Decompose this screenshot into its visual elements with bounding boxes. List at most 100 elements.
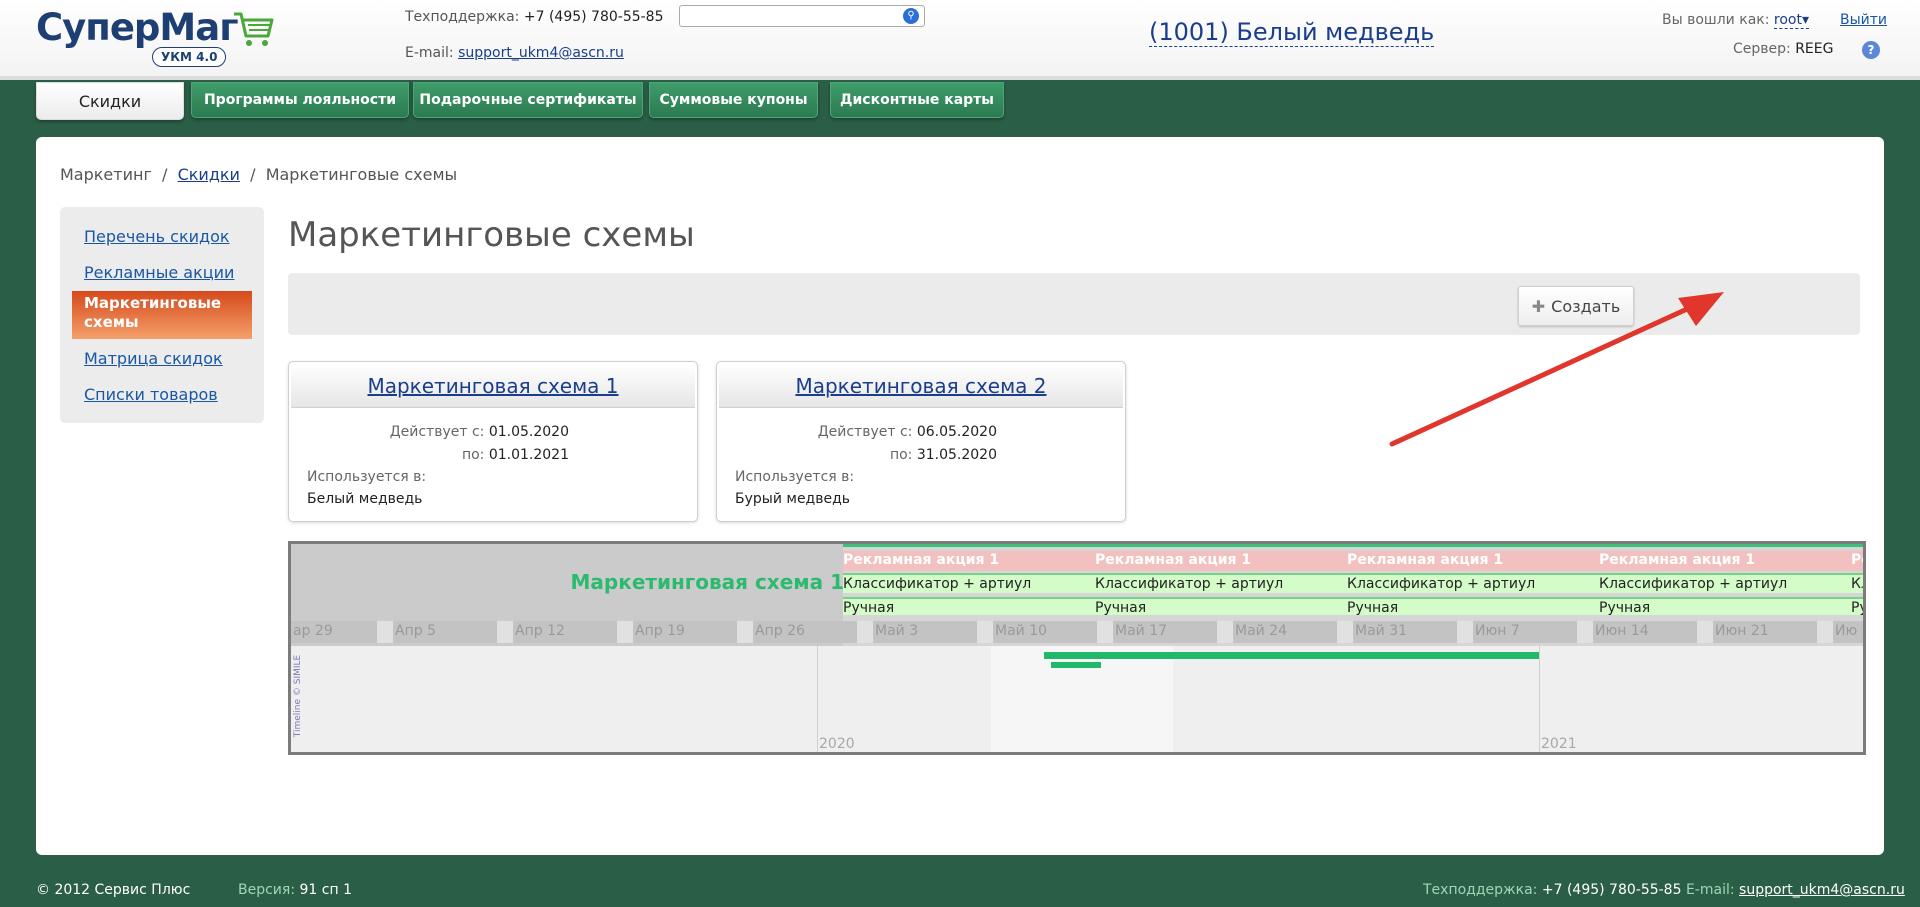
timeline-date-label: Апр 26 bbox=[755, 623, 805, 639]
help-icon[interactable]: ? bbox=[1862, 41, 1880, 59]
used-store-name: Белый медведь bbox=[307, 491, 423, 507]
support-email-link[interactable]: support_ukm4@ascn.ru bbox=[458, 45, 624, 61]
timeline-event-label[interactable]: Ру bbox=[1851, 600, 1863, 616]
timeline-date-label: ар 29 bbox=[293, 623, 333, 639]
timeline-scheme-bar[interactable] bbox=[1051, 662, 1101, 668]
timeline[interactable]: Маркетинговая схема 1 Рекламная акция 1 … bbox=[288, 541, 1866, 755]
timeline-year-label: 2021 bbox=[1541, 736, 1577, 752]
timeline-event-label[interactable]: Ручная bbox=[1095, 600, 1146, 616]
timeline-week-band bbox=[1457, 621, 1473, 643]
timeline-year-divider bbox=[1539, 646, 1540, 752]
timeline-date-label: Июн 21 bbox=[1715, 623, 1769, 639]
timeline-event-label[interactable]: Кл bbox=[1851, 576, 1863, 592]
timeline-week-band bbox=[977, 621, 993, 643]
tab-discount-cards[interactable]: Дисконтные карты bbox=[830, 82, 1004, 118]
timeline-week-band bbox=[1217, 621, 1233, 643]
timeline-event-label[interactable]: Рекламная акция 1 bbox=[843, 552, 999, 568]
store-selector[interactable]: (1001) Белый медведь bbox=[1149, 18, 1435, 47]
cart-icon bbox=[234, 12, 274, 46]
timeline-week-band bbox=[497, 621, 513, 643]
timeline-event-label[interactable]: Классификатор + артиул bbox=[1095, 576, 1283, 592]
timeline-scheme-title: Маркетинговая схема 1 bbox=[570, 570, 844, 594]
timeline-date-label: Май 24 bbox=[1235, 623, 1288, 639]
search-icon[interactable]: ⚲ bbox=[903, 8, 919, 24]
scheme-card: Маркетинговая схема 2 Действует с: 06.05… bbox=[716, 361, 1126, 522]
card-header: Маркетинговая схема 2 bbox=[719, 364, 1123, 408]
timeline-week-band bbox=[1697, 621, 1713, 643]
timeline-date-label: Май 17 bbox=[1115, 623, 1168, 639]
create-button[interactable]: ✚ Создать bbox=[1518, 286, 1634, 326]
app-logo[interactable]: СуперМаг УКМ 4.0 bbox=[36, 6, 276, 72]
sidebar-item-product-lists[interactable]: Списки товаров bbox=[84, 385, 218, 404]
chevron-down-icon: ▾ bbox=[1801, 12, 1810, 28]
breadcrumb: Маркетинг / Скидки / Маркетинговые схемы bbox=[60, 165, 457, 184]
card-title-link[interactable]: Маркетинговая схема 2 bbox=[795, 374, 1046, 398]
user-menu-link[interactable]: root▾ bbox=[1773, 12, 1810, 29]
timeline-event-label[interactable]: Классификатор + артиул bbox=[1347, 576, 1535, 592]
breadcrumb-link-discounts[interactable]: Скидки bbox=[178, 165, 240, 184]
page-title: Маркетинговые схемы bbox=[288, 215, 695, 255]
sidebar-item-discount-list[interactable]: Перечень скидок bbox=[84, 227, 230, 246]
card-from-row: Действует с: 01.05.2020 bbox=[390, 424, 569, 440]
version-value: 91 сп 1 bbox=[299, 882, 352, 898]
breadcrumb-current: Маркетинговые схемы bbox=[265, 165, 458, 184]
timeline-event-label[interactable]: Классификатор + артиул bbox=[1599, 576, 1787, 592]
sidebar: Перечень скидок Рекламные акции Маркетин… bbox=[60, 207, 264, 423]
timeline-week-band bbox=[857, 621, 873, 643]
timeline-event-label[interactable]: Рекламная акция 1 bbox=[1599, 552, 1755, 568]
tab-gift-certificates[interactable]: Подарочные сертификаты bbox=[413, 82, 643, 118]
sidebar-item-discount-matrix[interactable]: Матрица скидок bbox=[84, 349, 223, 368]
used-label: Используется в: bbox=[735, 469, 855, 485]
version-label: Версия: bbox=[238, 882, 296, 898]
search-box: ⚲ bbox=[679, 5, 925, 27]
timeline-date-label: Ию bbox=[1835, 623, 1858, 639]
timeline-week-band bbox=[1097, 621, 1113, 643]
used-label: Используется в: bbox=[307, 469, 427, 485]
plus-icon: ✚ bbox=[1531, 296, 1546, 316]
search-input[interactable] bbox=[685, 6, 895, 27]
timeline-scheme-bar[interactable] bbox=[1044, 652, 1539, 659]
timeline-event-label[interactable]: Ре bbox=[1851, 552, 1863, 568]
tab-sum-coupons[interactable]: Суммовые купоны bbox=[649, 82, 818, 118]
used-store: Белый медведь bbox=[307, 491, 422, 507]
timeline-event-label[interactable]: Рекламная акция 1 bbox=[1347, 552, 1503, 568]
scheme-card: Маркетинговая схема 1 Действует с: 01.05… bbox=[288, 361, 698, 522]
tab-discounts[interactable]: Скидки bbox=[36, 82, 184, 120]
timeline-row-promo: Рекламная акция 1 Рекламная акция 1 Рекл… bbox=[843, 551, 1863, 571]
user-name: root bbox=[1773, 12, 1802, 28]
timeline-credit: Timeline © SIMILE bbox=[293, 654, 304, 738]
timeline-event-label[interactable]: Ручная bbox=[1347, 600, 1398, 616]
card-title-link[interactable]: Маркетинговая схема 1 bbox=[367, 374, 618, 398]
support-phone-block: Техподдержка: +7 (495) 780-55-85 bbox=[405, 9, 664, 25]
user-label: Вы вошли как: bbox=[1662, 12, 1770, 28]
sidebar-item-marketing-schemes[interactable]: Маркетинговые схемы bbox=[72, 291, 252, 339]
timeline-event-label[interactable]: Рекламная акция 1 bbox=[1095, 552, 1251, 568]
timeline-week-band bbox=[1577, 621, 1593, 643]
timeline-date-label: Май 10 bbox=[995, 623, 1048, 639]
tab-loyalty-programs[interactable]: Программы лояльности bbox=[191, 82, 409, 118]
timeline-overview-band[interactable]: 2020 2021 Timeline © SIMILE bbox=[291, 646, 1863, 752]
card-to-row: по: 01.01.2021 bbox=[462, 447, 569, 463]
server-name: REEG bbox=[1795, 41, 1834, 57]
timeline-date-label: Июн 14 bbox=[1595, 623, 1649, 639]
timeline-event-label[interactable]: Ручная bbox=[1599, 600, 1650, 616]
logout-link[interactable]: Выйти bbox=[1840, 12, 1887, 28]
user-block: Вы вошли как: root▾ bbox=[1662, 12, 1810, 29]
from-label: Действует с: bbox=[389, 424, 485, 440]
timeline-date-label: Май 3 bbox=[875, 623, 919, 639]
timeline-week-band bbox=[1817, 621, 1833, 643]
breadcrumb-separator: / bbox=[162, 165, 168, 184]
timeline-week-band bbox=[1337, 621, 1353, 643]
to-date: 01.01.2021 bbox=[488, 447, 569, 463]
timeline-upper-band[interactable]: Маркетинговая схема 1 Рекламная акция 1 … bbox=[291, 544, 1863, 646]
logo-text: СуперМаг bbox=[36, 6, 239, 49]
sidebar-item-promo-actions[interactable]: Рекламные акции bbox=[84, 263, 234, 282]
timeline-year-divider bbox=[817, 646, 818, 752]
card-to-row: по: 31.05.2020 bbox=[890, 447, 997, 463]
footer-email-link[interactable]: support_ukm4@ascn.ru bbox=[1739, 882, 1905, 898]
timeline-event-label[interactable]: Классификатор + артиул bbox=[843, 576, 1031, 592]
timeline-event-label[interactable]: Ручная bbox=[843, 600, 894, 616]
card-header: Маркетинговая схема 1 bbox=[291, 364, 695, 408]
timeline-date-label: Апр 12 bbox=[515, 623, 565, 639]
support-email-block: E-mail: support_ukm4@ascn.ru bbox=[405, 45, 624, 61]
